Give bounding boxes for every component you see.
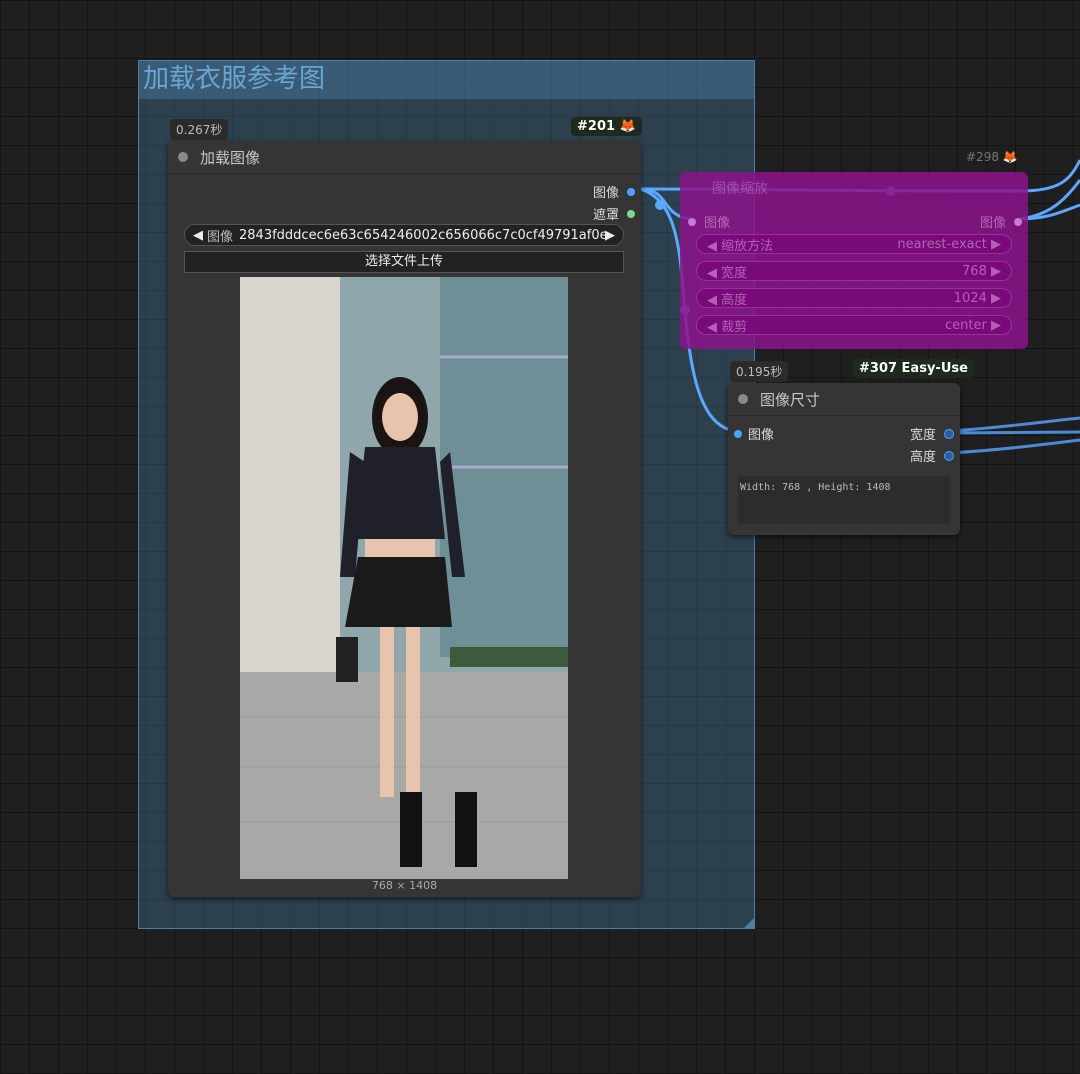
node-header[interactable]: 加载图像 (168, 141, 641, 174)
input-label: 图像 (704, 216, 731, 231)
output-label: 图像 (979, 216, 1006, 231)
input-label: 图像 (748, 428, 775, 443)
output-image[interactable]: 图像 (980, 212, 1022, 231)
link-height-out[interactable] (949, 438, 1080, 455)
output-port[interactable] (627, 187, 635, 196)
input-image[interactable]: 图像 (734, 424, 774, 443)
upload-button[interactable]: 选择文件上传 (184, 251, 624, 273)
node-title: 图像缩放 (712, 181, 768, 197)
input-image[interactable]: 图像 (688, 212, 730, 231)
size-text-display: Width: 768 , Height: 1408 (738, 476, 950, 524)
collapse-dot[interactable] (738, 394, 748, 404)
fox-icon: 🦊 (619, 119, 636, 134)
load-node-badge: #201 🦊 (571, 117, 642, 136)
arrow-right-icon[interactable]: ▶ (605, 228, 615, 243)
crop-widget[interactable]: ◀ 裁剪 center ▶ (696, 315, 1012, 335)
load-image-node[interactable]: 加载图像 图像 遮罩 ◀ 图像 2843fdddcec6e63c65424600… (168, 141, 641, 897)
output-label: 遮罩 (592, 208, 619, 223)
image-select-widget[interactable]: ◀ 图像 2843fdddcec6e63c654246002c656066c7c… (184, 224, 624, 246)
resize-node-badge: #298 🦊 (966, 150, 1018, 164)
image-resize-node[interactable]: 图像缩放 图像 图像 ◀ 缩放方法 nearest-exact ▶ ◀ 宽度 7… (680, 172, 1028, 349)
output-label: 高度 (909, 450, 936, 465)
widget-label: 裁剪 (721, 319, 748, 335)
node-title: 图像尺寸 (760, 390, 821, 409)
widget-value: nearest-exact (897, 236, 987, 252)
widget-value: 1024 (953, 290, 987, 306)
output-mask[interactable]: 遮罩 (593, 204, 635, 223)
node-id: #201 (577, 119, 616, 134)
node-header[interactable]: 图像尺寸 (728, 383, 960, 416)
output-port[interactable] (1014, 217, 1022, 226)
output-port[interactable] (944, 428, 954, 439)
output-width[interactable]: 宽度 (910, 424, 954, 443)
output-port[interactable] (627, 209, 635, 218)
output-label: 宽度 (909, 428, 936, 443)
output-port[interactable] (944, 450, 954, 461)
widget-value: 2843fdddcec6e63c654246002c656066c7c0cf49… (239, 227, 605, 243)
link-width-out-2[interactable] (949, 430, 1080, 435)
input-port[interactable] (734, 429, 742, 438)
arrow-left-icon[interactable]: ◀ (193, 228, 203, 243)
node-title: 加载图像 (200, 148, 261, 167)
load-node-timing: 0.267秒 (170, 119, 229, 140)
output-label: 图像 (592, 186, 619, 201)
link-resize-out-2[interactable] (1019, 179, 1080, 221)
link-width-out[interactable] (949, 416, 1080, 433)
fox-icon: 🦊 (1002, 150, 1018, 164)
widget-label: 宽度 (721, 265, 748, 281)
widget-label: 缩放方法 (721, 238, 774, 254)
image-size-label: 768 × 1408 (371, 879, 438, 892)
reroute-dot[interactable] (655, 200, 665, 210)
output-image[interactable]: 图像 (593, 182, 635, 201)
size-node-badge: #307 Easy-Use (853, 359, 974, 378)
node-id: #298 (966, 150, 999, 164)
size-node-timing: 0.195秒 (730, 361, 789, 382)
photo-illustration (240, 277, 568, 879)
widget-value: 768 (962, 263, 987, 279)
output-height[interactable]: 高度 (910, 446, 954, 465)
resize-method-widget[interactable]: ◀ 缩放方法 nearest-exact ▶ (696, 234, 1012, 254)
width-widget[interactable]: ◀ 宽度 768 ▶ (696, 261, 1012, 281)
widget-label: 图像 (207, 229, 234, 245)
image-size-node[interactable]: 图像尺寸 图像 宽度 高度 Width: 768 , Height: 1408 (728, 383, 960, 535)
input-port[interactable] (688, 217, 696, 226)
collapse-dot[interactable] (178, 152, 188, 162)
widget-value: center (945, 317, 987, 333)
image-preview (240, 277, 568, 879)
widget-label: 高度 (721, 292, 748, 308)
height-widget[interactable]: ◀ 高度 1024 ▶ (696, 288, 1012, 308)
